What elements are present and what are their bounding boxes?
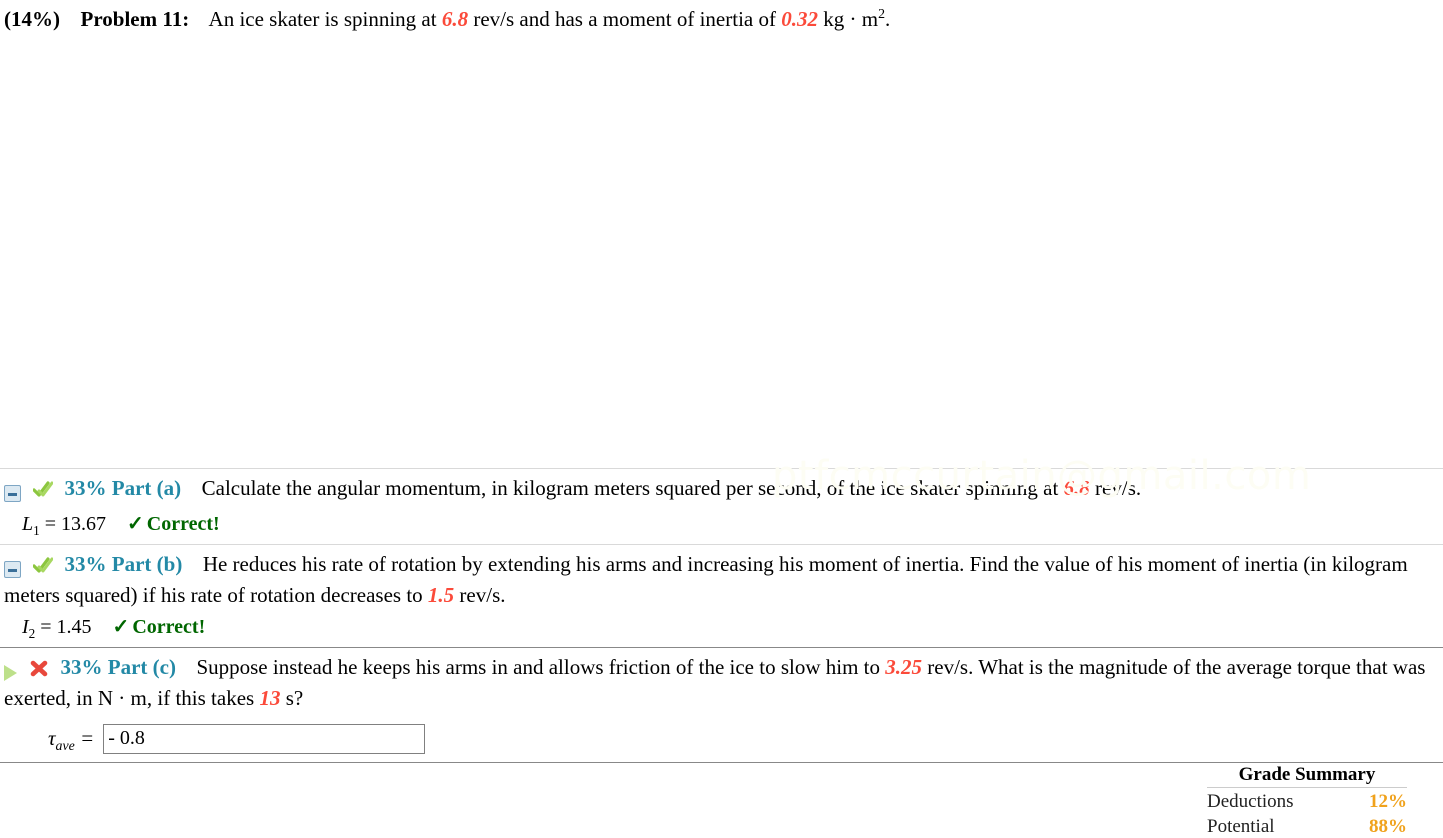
problem-text-3: kg · m: [823, 7, 879, 31]
part-c-equals: =: [80, 726, 95, 751]
grade-row-potential: Potential 88%: [1207, 813, 1407, 838]
part-c-title: 33% Part (c): [60, 654, 176, 679]
part-c-answer-label: τave =: [48, 726, 95, 754]
tau-symbol: τ: [48, 726, 56, 751]
tau-subscript: ave: [55, 738, 75, 754]
part-a-answer-value: 13.67: [61, 513, 106, 536]
part-c-text-1: Suppose instead he keeps his arms in and…: [196, 654, 880, 679]
green-double-check-icon: [32, 479, 54, 498]
grade-row-deductions: Deductions 12%: [1207, 788, 1407, 813]
expand-triangle-icon[interactable]: [4, 658, 17, 685]
part-b-result: ✓ Correct!: [113, 616, 206, 638]
grade-value-deductions: 12%: [1369, 791, 1407, 812]
problem-value-rate: 6.8: [441, 7, 469, 31]
check-icon: ✓: [127, 513, 144, 536]
part-c-answer-row: τave =: [4, 712, 1439, 754]
part-b-equals: =: [40, 615, 52, 638]
torque-answer-input[interactable]: [103, 723, 426, 754]
problem-percent: (14%): [4, 7, 60, 31]
check-icon: ✓: [112, 615, 130, 638]
problem-value-inertia: 0.32: [781, 7, 818, 31]
problem-text-1: An ice skater is spinning at: [208, 7, 437, 31]
collapse-box-icon[interactable]: [4, 555, 21, 582]
part-b-heading-line: 33% Part (b) He reduces his rate of rota…: [4, 551, 1439, 609]
part-c-value: 3.25: [885, 654, 922, 679]
part-b-answer-var: I: [22, 615, 29, 638]
work-area: ptfcmccurtain@gmail.com: [0, 33, 1443, 499]
problem-text-2: rev/s and has a moment of inertia of: [473, 7, 776, 31]
part-b-value: 1.5: [427, 583, 455, 608]
part-b-answer-value: 1.45: [56, 615, 92, 638]
part-b-text-2: rev/s.: [459, 583, 506, 608]
grade-label-deductions: Deductions: [1207, 791, 1294, 812]
part-c-heading-line: 33% Part (c) Suppose instead he keeps hi…: [4, 654, 1439, 712]
part-b-text-1: He reduces his rate of rotation by exten…: [4, 552, 1408, 608]
part-a-title: 33% Part (a): [64, 476, 182, 501]
part-b-answer-line: I2 = 1.45 ✓ Correct!: [4, 609, 1439, 641]
part-b-title: 33% Part (b): [64, 552, 183, 577]
email-watermark: ptfcmccurtain@gmail.com: [772, 453, 1312, 500]
problem-statement: (14%) Problem 11: An ice skater is spinn…: [0, 0, 1443, 33]
part-b-answer-subscript: 2: [28, 625, 36, 641]
part-a-result: ✓ Correct!: [127, 513, 220, 535]
part-c-text-3: s?: [285, 685, 304, 710]
green-double-check-icon: [32, 555, 54, 574]
part-a-answer-var: L: [22, 513, 34, 536]
collapse-box-icon[interactable]: [4, 479, 21, 506]
problem-label: Problem 11:: [80, 7, 190, 31]
part-b-section: 33% Part (b) He reduces his rate of rota…: [0, 545, 1443, 647]
grade-label-potential: Potential: [1207, 816, 1275, 837]
part-a-equals: =: [44, 513, 56, 536]
problem-text-4: .: [885, 7, 891, 31]
part-a-answer-line: L1 = 13.67 ✓ Correct!: [4, 506, 1439, 539]
part-a-result-text: Correct!: [146, 513, 220, 536]
part-c-section: 33% Part (c) Suppose instead he keeps hi…: [0, 646, 1443, 763]
red-x-incorrect-icon: [29, 658, 49, 677]
part-c-value-2: 13: [259, 685, 281, 710]
problem-exponent: 2: [878, 6, 885, 21]
part-b-result-text: Correct!: [132, 615, 206, 638]
grade-summary-title: Grade Summary: [1207, 764, 1407, 788]
part-a-answer-subscript: 1: [33, 523, 40, 539]
grade-value-potential: 88%: [1369, 816, 1407, 837]
grade-summary-panel: Grade Summary Deductions 12% Potential 8…: [1207, 764, 1407, 838]
